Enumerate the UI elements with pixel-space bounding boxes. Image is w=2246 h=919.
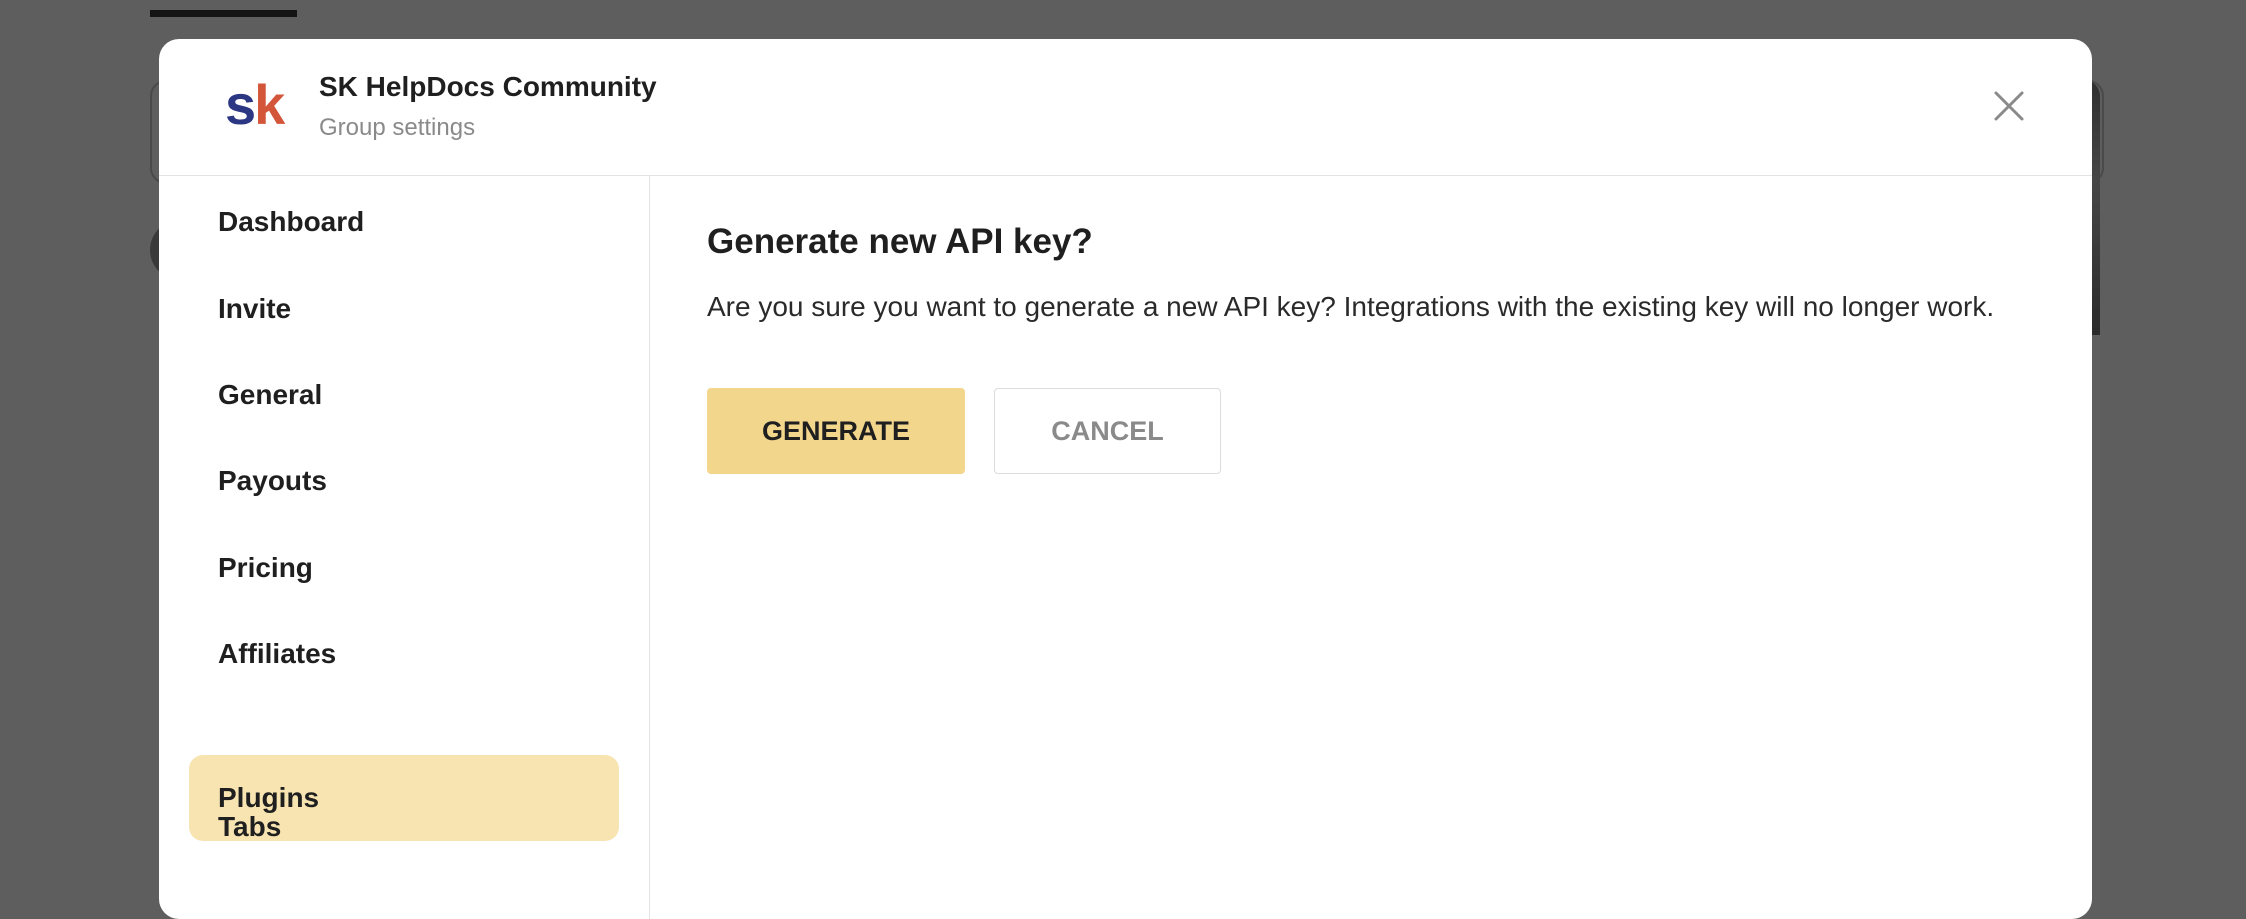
dialog-title: Generate new API key?: [707, 222, 1093, 261]
cancel-button[interactable]: CANCEL: [994, 388, 1221, 474]
sidebar-item-tabs[interactable]: Tabs: [189, 784, 619, 870]
settings-sidebar: Dashboard Invite General Payouts Pricing…: [159, 176, 650, 919]
close-button[interactable]: [1992, 89, 2026, 123]
sidebar-item-label: General: [218, 379, 323, 410]
sidebar-item-dashboard[interactable]: Dashboard: [189, 179, 619, 265]
sidebar-item-label: Affiliates: [218, 638, 337, 669]
sidebar-item-label: Invite: [218, 293, 292, 324]
generate-button[interactable]: GENERATE: [707, 388, 965, 474]
background-tab-underline: [150, 10, 297, 17]
sidebar-item-label: Tabs: [218, 811, 282, 842]
sidebar-item-affiliates[interactable]: Affiliates: [189, 611, 619, 697]
modal-header: sk SK HelpDocs Community Group settings: [159, 39, 2092, 176]
sidebar-item-label: Pricing: [218, 552, 313, 583]
close-icon: [1994, 91, 2024, 121]
sidebar-item-payouts[interactable]: Payouts: [189, 438, 619, 524]
sidebar-item-general[interactable]: General: [189, 352, 619, 438]
sidebar-item-label: Dashboard: [218, 206, 365, 237]
main-content: Generate new API key? Are you sure you w…: [650, 176, 2092, 919]
sidebar-item-invite[interactable]: Invite: [189, 266, 619, 352]
community-logo: sk: [225, 73, 285, 136]
group-settings-modal: sk SK HelpDocs Community Group settings …: [159, 39, 2092, 919]
sidebar-item-label: Payouts: [218, 465, 327, 496]
community-name: SK HelpDocs Community: [319, 71, 657, 102]
modal-subtitle: Group settings: [319, 114, 476, 141]
sidebar-item-pricing[interactable]: Pricing: [189, 525, 619, 611]
dialog-message: Are you sure you want to generate a new …: [707, 291, 1995, 322]
